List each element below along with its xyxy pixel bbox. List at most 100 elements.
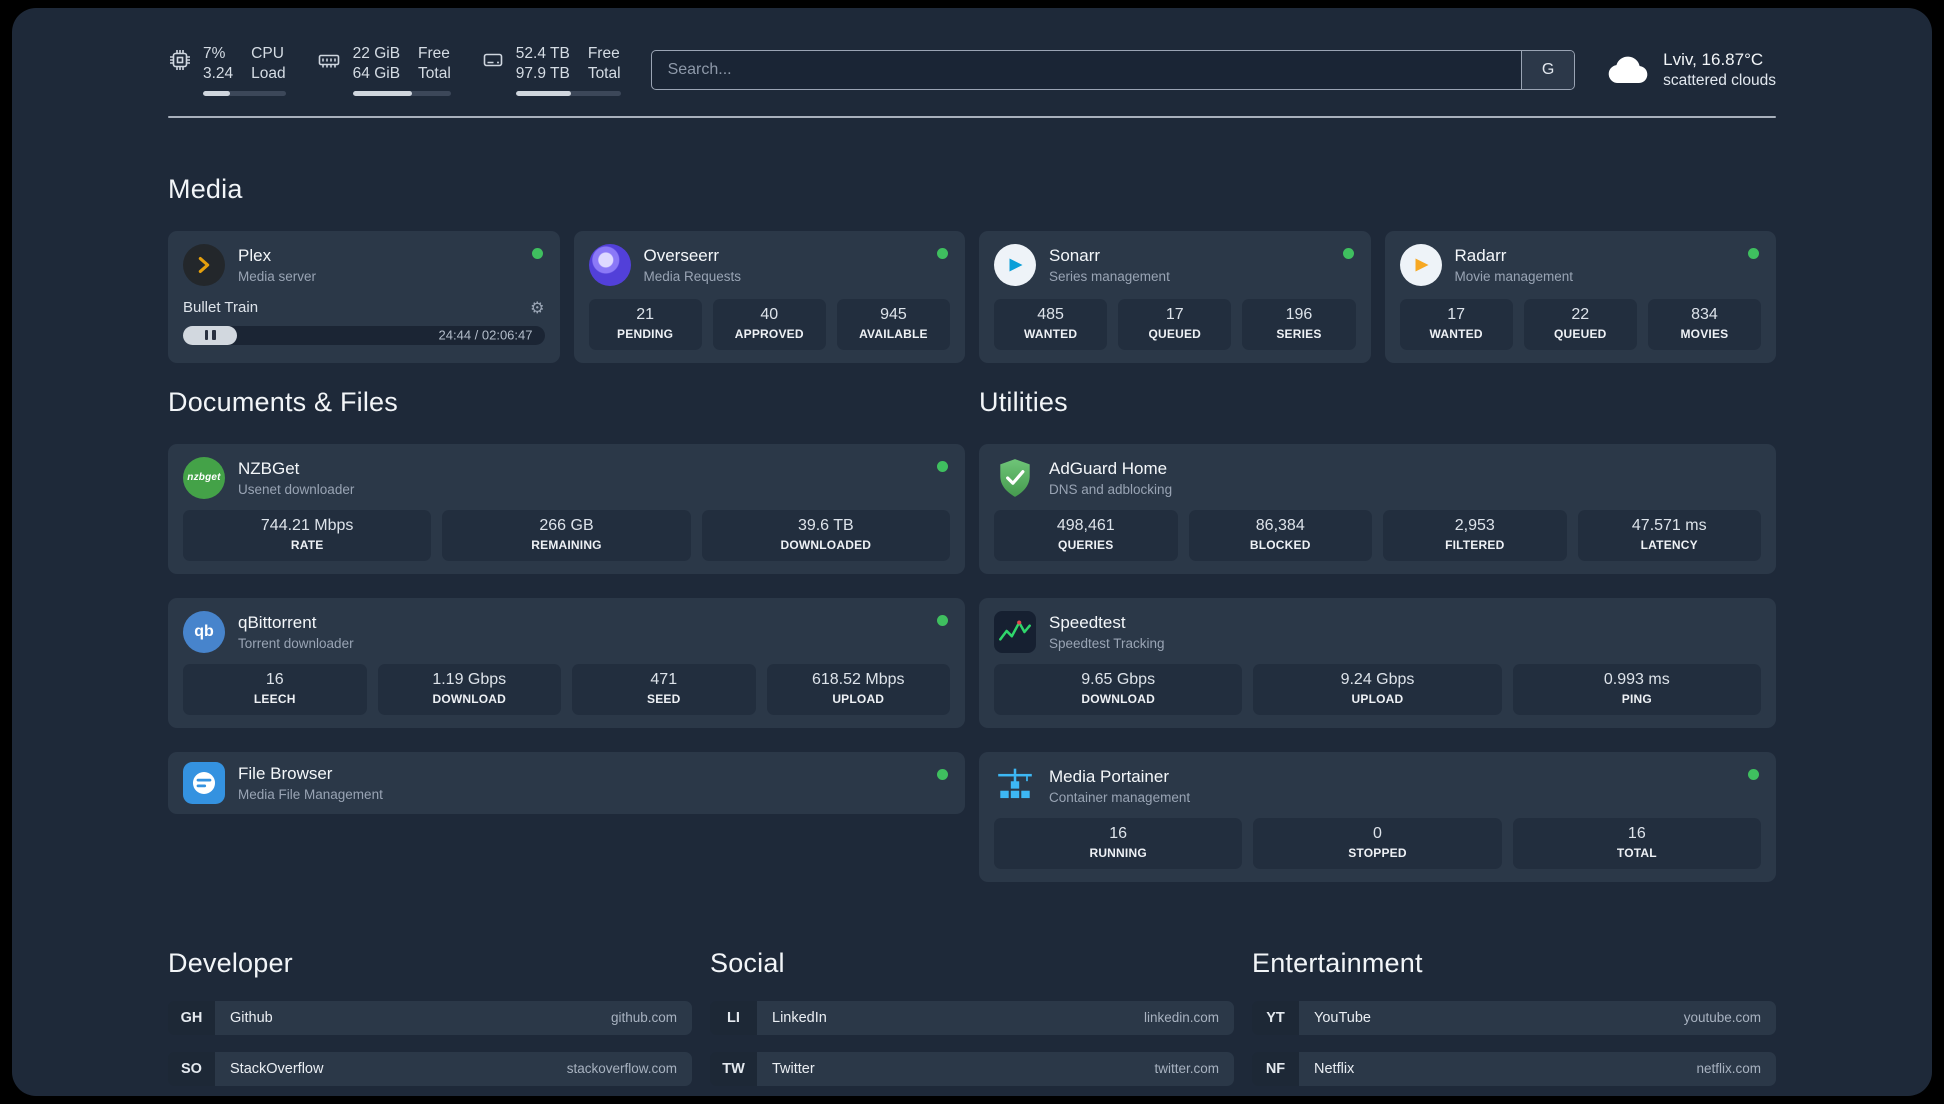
status-dot [1342, 247, 1354, 259]
stat-tile: 16 RUNNING [994, 817, 1243, 869]
stat-value: 0.993 ms [1603, 670, 1670, 688]
stat-value: 17 [1447, 305, 1465, 323]
app-name: Overseerr [643, 245, 720, 265]
bookmark-domain: youtube.com [1683, 1010, 1761, 1026]
cpu-label: CPU [251, 45, 284, 62]
stat-value: 2,953 [1454, 516, 1495, 534]
player-track-title: Bullet Train [183, 298, 259, 316]
app-name: NZBGet [238, 458, 300, 478]
status-dot [1748, 247, 1759, 259]
stat-label: FILTERED [1445, 537, 1505, 552]
app-card-adguard[interactable]: AdGuard Home DNS and adblocking 498,461 … [979, 443, 1776, 574]
stats-row: 16 LEECH 1.19 Gbps DOWNLOAD 471 SEED 618… [183, 653, 950, 715]
section-title-media: Media [168, 173, 243, 204]
search-input[interactable] [651, 50, 1522, 89]
cloud-icon [1608, 56, 1648, 83]
app-name: Sonarr [1049, 245, 1101, 265]
app-desc: Container management [1049, 789, 1191, 805]
stat-tile: 21 PENDING [588, 298, 702, 350]
bookmark-youtube[interactable]: YT YouTube youtube.com [1252, 1000, 1776, 1035]
app-desc: Media Requests [643, 268, 742, 284]
stat-tile: 40 APPROVED [712, 298, 826, 350]
player-time: 24:44 / 02:06:47 [438, 327, 533, 343]
system-metrics: 7% 3.24 CPU Load 22 GiB 64 GiB Free Tota… [168, 44, 621, 96]
stat-value: 22 [1571, 305, 1590, 323]
stat-tile: 1.19 Gbps DOWNLOAD [377, 663, 561, 715]
stat-tile: 22 QUEUED [1523, 298, 1637, 350]
storage-free-label: Free [587, 45, 620, 62]
stat-label: LATENCY [1640, 537, 1698, 552]
status-dot [937, 460, 948, 472]
app-card-filebrowser[interactable]: File Browser Media File Management [168, 751, 965, 814]
stat-value: 40 [760, 305, 779, 323]
stat-tile: 196 SERIES [1242, 298, 1356, 350]
filebrowser-icon [183, 761, 225, 804]
stat-tile: 834 MOVIES [1647, 298, 1762, 350]
now-playing-widget: Bullet Train ⚙ 24:44 / 02:06:47 [183, 298, 545, 345]
bookmark-linkedin[interactable]: LI LinkedIn linkedin.com [710, 1000, 1234, 1035]
stat-label: DOWNLOADED [780, 537, 872, 552]
app-card-nzbget[interactable]: nzbget NZBGet Usenet downloader 744.21 M… [168, 443, 965, 574]
app-desc: Media server [238, 268, 317, 284]
app-desc: Movie management [1454, 268, 1574, 284]
stat-tile: 498,461 QUERIES [994, 509, 1178, 561]
stat-value: 9.65 Gbps [1081, 670, 1156, 688]
bookmark-name: YouTube [1314, 1009, 1371, 1026]
stat-label: SERIES [1276, 326, 1322, 341]
storage-bar [515, 90, 621, 96]
stat-value: 17 [1165, 305, 1184, 323]
stat-tile: 0 STOPPED [1253, 817, 1502, 869]
stat-tile: 0.993 ms PING [1512, 663, 1761, 715]
bookmark-github[interactable]: GH Github github.com [168, 1000, 692, 1035]
stat-label: RUNNING [1089, 845, 1147, 860]
bookmark-netflix[interactable]: NF Netflix netflix.com [1252, 1051, 1776, 1086]
app-card-overseerr[interactable]: Overseerr Media Requests 21 PENDING 40 A… [573, 230, 965, 363]
bookmark-domain: linkedin.com [1143, 1010, 1219, 1026]
search-engine-button[interactable]: G [1521, 50, 1575, 89]
qbittorrent-icon: qb [183, 610, 225, 653]
bookmark-twitter[interactable]: TW Twitter twitter.com [710, 1051, 1234, 1086]
stat-tile: 266 GB REMAINING [442, 509, 691, 561]
memory-widget: 22 GiB 64 GiB Free Total [316, 44, 451, 96]
app-card-sonarr[interactable]: Sonarr Series management 485 WANTED 17 Q… [979, 230, 1371, 363]
app-card-speedtest[interactable]: Speedtest Speedtest Tracking 9.65 Gbps D… [979, 597, 1776, 728]
stat-tile: 39.6 TB DOWNLOADED [701, 509, 950, 561]
bookmark-icon: NF [1252, 1051, 1299, 1086]
stat-value: 196 [1285, 305, 1313, 323]
stat-label: SEED [647, 691, 681, 706]
stats-row: 17 WANTED 22 QUEUED 834 MOVIES [1399, 288, 1762, 350]
app-name: AdGuard Home [1049, 458, 1168, 478]
status-dot [937, 614, 948, 626]
app-card-plex[interactable]: Plex Media server Bullet Train ⚙ 24:44 /… [168, 230, 560, 363]
storage-total: 97.9 TB [515, 65, 570, 83]
cpu-widget: 7% 3.24 CPU Load [168, 44, 286, 96]
memory-free-label: Free [418, 45, 450, 62]
stats-row: 498,461 QUERIES 86,384 BLOCKED 2,953 FIL… [994, 499, 1761, 561]
app-card-portainer[interactable]: Media Portainer Container management 16 … [979, 751, 1776, 882]
weather-widget[interactable]: Lviv, 16.87°C scattered clouds [1605, 50, 1776, 90]
app-name: Speedtest [1049, 612, 1126, 632]
bookmark-stackoverflow[interactable]: SO StackOverflow stackoverflow.com [168, 1051, 692, 1086]
stat-value: 498,461 [1056, 516, 1115, 534]
section-title-utilities: Utilities [979, 386, 1068, 417]
stat-value: 471 [650, 670, 678, 688]
storage-total-label: Total [587, 65, 621, 83]
stat-tile: 17 QUEUED [1118, 298, 1232, 350]
portainer-icon [994, 765, 1036, 807]
bookmarks-entertainment: Entertainment YT YouTube youtube.com NF … [1252, 948, 1776, 1096]
stats-row: 16 RUNNING 0 STOPPED 16 TOTAL [994, 807, 1761, 869]
bookmark-domain: stackoverflow.com [566, 1061, 677, 1077]
player-settings-icon[interactable]: ⚙ [530, 298, 544, 317]
app-card-radarr[interactable]: Radarr Movie management 17 WANTED 22 QUE… [1384, 230, 1776, 363]
app-card-qbittorrent[interactable]: qb qBittorrent Torrent downloader 16 LEE… [168, 597, 965, 728]
stat-value: 86,384 [1255, 516, 1305, 534]
player-progress-bar[interactable]: 24:44 / 02:06:47 [183, 325, 545, 345]
cpu-bar [203, 90, 286, 96]
stat-label: STOPPED [1348, 845, 1407, 860]
stat-value: 39.6 TB [797, 516, 854, 534]
pause-button[interactable] [203, 330, 218, 341]
app-desc: Series management [1049, 268, 1170, 284]
bookmarks-social: Social LI LinkedIn linkedin.com TW Twitt… [710, 948, 1234, 1086]
stat-tile: 485 WANTED [994, 298, 1108, 350]
storage-widget: 52.4 TB 97.9 TB Free Total [481, 44, 621, 96]
